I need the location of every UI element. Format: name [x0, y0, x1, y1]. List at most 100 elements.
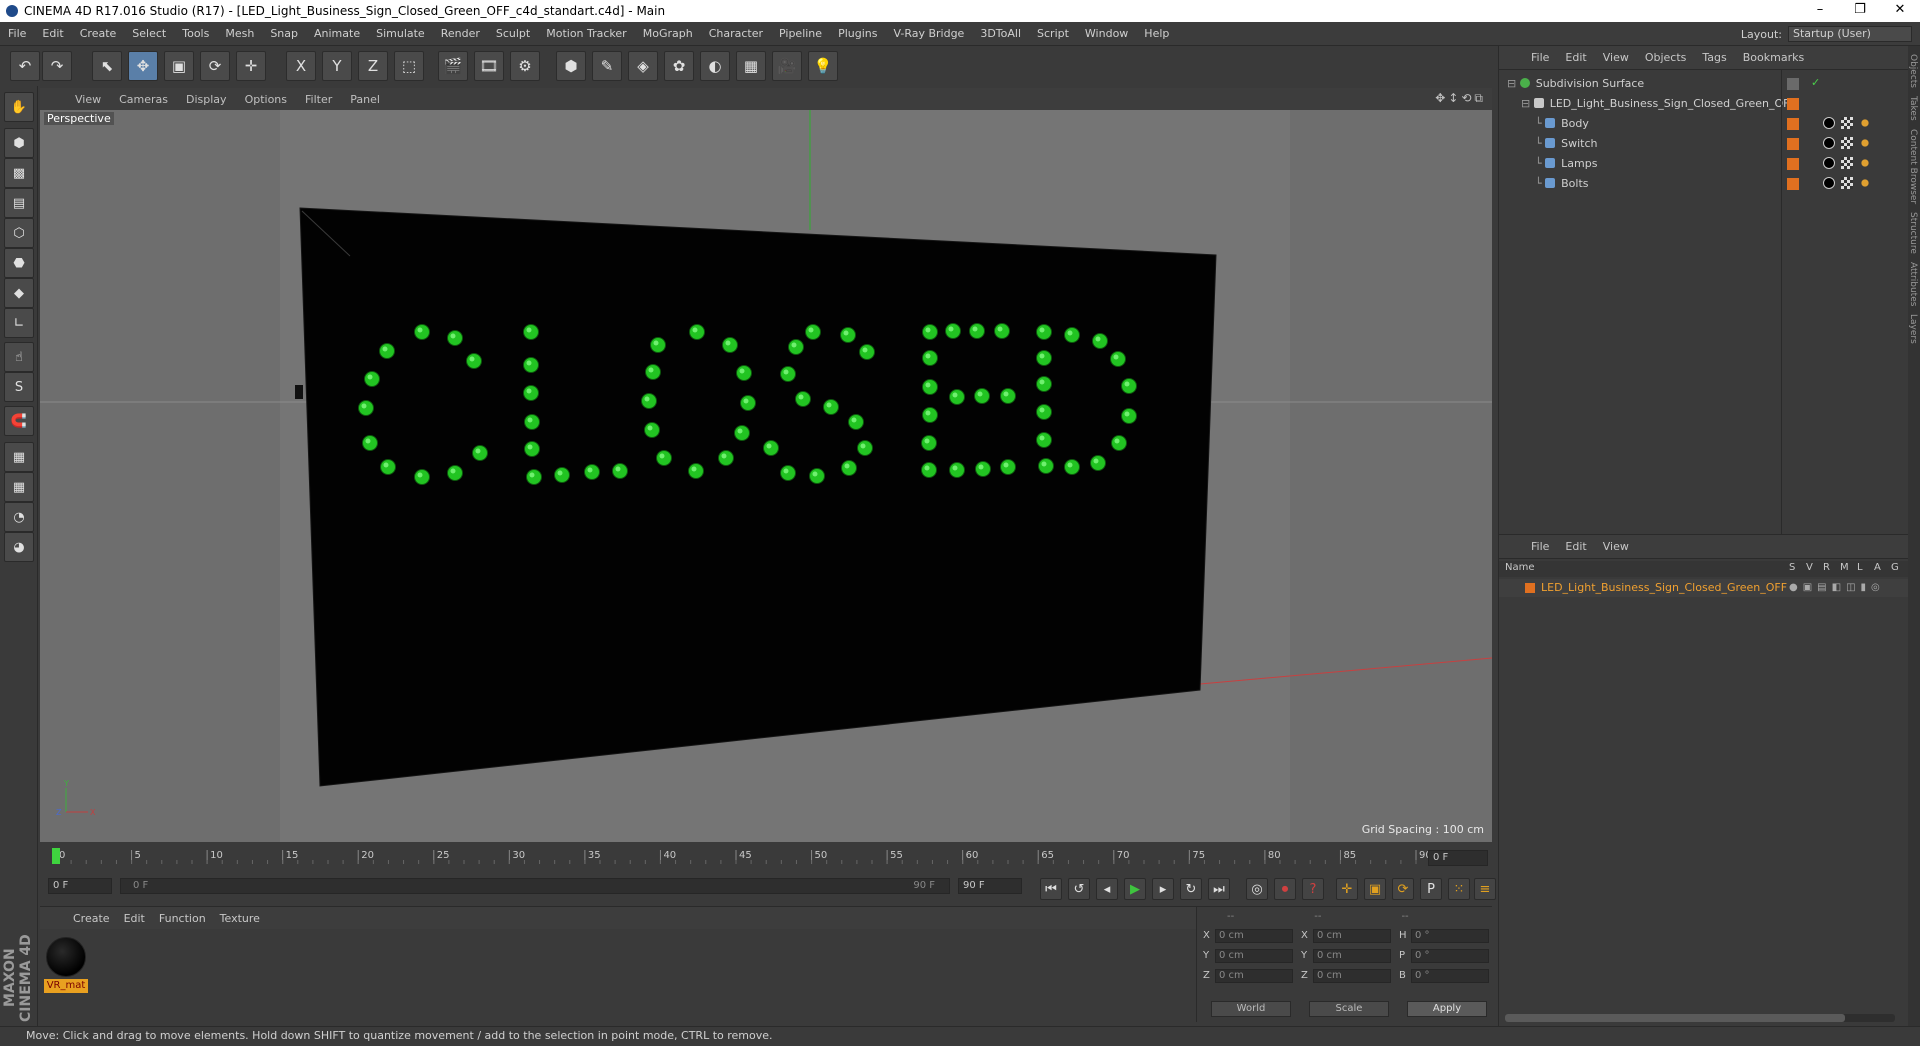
menu-script[interactable]: Script — [1029, 27, 1077, 40]
floor-icon[interactable]: ▦ — [736, 51, 766, 81]
viewport-menu-display[interactable]: Display — [177, 93, 236, 106]
material-tag-icon[interactable] — [1823, 117, 1835, 129]
select-icon[interactable]: ⬉ — [92, 51, 122, 81]
polygons-mode-icon[interactable]: ◆ — [4, 278, 34, 308]
viewport-menu-options[interactable]: Options — [236, 93, 296, 106]
layer-row[interactable]: LED_Light_Business_Sign_Closed_Green_OFF… — [1499, 579, 1909, 597]
expand-toggle-icon[interactable]: ⊟ — [1521, 97, 1534, 110]
light-icon[interactable]: 💡 — [808, 51, 838, 81]
x-axis-icon[interactable]: X — [286, 51, 316, 81]
phong-tag-icon[interactable] — [1859, 177, 1871, 189]
next-key-icon[interactable]: ↻ — [1180, 878, 1202, 900]
material-menu-create[interactable]: Create — [66, 912, 117, 925]
coord-field-x[interactable]: 0 cm — [1313, 929, 1391, 943]
viewport-menu-view[interactable]: View — [66, 93, 110, 106]
frame-range-slider[interactable]: 0 F 90 F — [120, 878, 950, 894]
phong-tag-icon[interactable] — [1859, 117, 1871, 129]
menu-sculpt[interactable]: Sculpt — [488, 27, 538, 40]
menu-file[interactable]: File — [0, 27, 34, 40]
menu-plugins[interactable]: Plugins — [830, 27, 885, 40]
menu-select[interactable]: Select — [124, 27, 174, 40]
restore-button[interactable]: ❐ — [1840, 0, 1880, 22]
coord-field-z[interactable]: 0 cm — [1313, 969, 1391, 983]
cloner-icon[interactable]: ✿ — [664, 51, 694, 81]
apply-button[interactable]: Apply — [1407, 1001, 1487, 1017]
edges-mode-icon[interactable]: ⬣ — [4, 248, 34, 278]
menu-3dtoall[interactable]: 3DToAll — [972, 27, 1029, 40]
timeline-menu-icon[interactable]: ≡ — [1474, 878, 1496, 900]
object-menu-tags[interactable]: Tags — [1694, 51, 1734, 64]
minimize-button[interactable]: – — [1800, 0, 1840, 22]
side-tab-layers[interactable]: Layers — [1908, 314, 1918, 344]
viewport-menu-cameras[interactable]: Cameras — [110, 93, 177, 106]
perspective-viewport[interactable]: Y X Z Perspective Grid Spacing : 100 cm — [40, 110, 1492, 842]
pen-spline-icon[interactable]: ✎ — [592, 51, 622, 81]
key-pla-icon[interactable]: ⁙ — [1448, 878, 1470, 900]
menu-v-ray-bridge[interactable]: V-Ray Bridge — [885, 27, 972, 40]
menu-create[interactable]: Create — [72, 27, 125, 40]
layer-color-icon[interactable] — [1787, 138, 1799, 150]
snap-icon[interactable]: 🧲 — [4, 406, 34, 436]
layer-color-icon[interactable] — [1787, 78, 1799, 90]
object-row[interactable]: ⊟ LED_Light_Business_Sign_Closed_Green_O… — [1521, 94, 1796, 114]
workplane-icon[interactable]: ▤ — [4, 188, 34, 218]
prev-frame-icon[interactable]: ◂ — [1096, 878, 1118, 900]
close-button[interactable]: ✕ — [1880, 0, 1920, 22]
material-tag-icon[interactable] — [1823, 137, 1835, 149]
uvw-tag-icon[interactable] — [1841, 137, 1853, 149]
uvw-tag-icon[interactable] — [1841, 157, 1853, 169]
python-script-icon[interactable]: ◕ — [4, 532, 34, 562]
tweak-icon[interactable]: ☝ — [4, 342, 34, 372]
timeline[interactable]: 0 5 10 15 20 25 30 35 40 45 50 55 60 65 70 75 80 85 90 0 F — [40, 842, 1492, 872]
camera-icon[interactable]: 🎥 — [772, 51, 802, 81]
coord-scale-dropdown[interactable]: Scale — [1309, 1001, 1389, 1017]
undo-icon[interactable]: ↶ — [10, 51, 40, 81]
end-frame-field[interactable]: 90 F — [958, 878, 1022, 894]
side-tab-structure[interactable]: Structure — [1908, 212, 1918, 254]
layer-color-icon[interactable] — [1787, 98, 1799, 110]
side-tab-attributes[interactable]: Attributes — [1908, 262, 1918, 306]
material-menu-function[interactable]: Function — [152, 912, 213, 925]
layer-color-icon[interactable] — [1787, 158, 1799, 170]
material-tag-icon[interactable] — [1823, 157, 1835, 169]
object-row[interactable]: └ Lamps — [1535, 154, 1597, 174]
layer-flag-icons[interactable]: ●▣▤◧◫▮◎ — [1789, 582, 1885, 593]
goto-end-icon[interactable]: ⏭ — [1208, 878, 1230, 900]
menu-render[interactable]: Render — [433, 27, 488, 40]
menu-mograph[interactable]: MoGraph — [635, 27, 701, 40]
object-row[interactable]: └ Switch — [1535, 134, 1598, 154]
material-swatch[interactable]: VR_mat — [44, 935, 88, 995]
texture-mode-icon[interactable]: ▩ — [4, 158, 34, 188]
object-menu-file[interactable]: File — [1523, 51, 1557, 64]
timeline-playhead[interactable] — [52, 848, 60, 864]
menu-window[interactable]: Window — [1077, 27, 1136, 40]
layer-color-icon[interactable] — [1787, 118, 1799, 130]
render-picture-queue-icon[interactable]: 🎞 — [474, 51, 504, 81]
menu-mesh[interactable]: Mesh — [217, 27, 262, 40]
material-menu-texture[interactable]: Texture — [213, 912, 267, 925]
layer-menu-file[interactable]: File — [1523, 540, 1557, 553]
add-icon[interactable]: ✛ — [236, 51, 266, 81]
current-frame-field[interactable]: 0 F — [1428, 850, 1488, 866]
layer-scrollbar[interactable] — [1505, 1014, 1895, 1022]
coord-field-h[interactable]: 0 ° — [1411, 929, 1489, 943]
menu-help[interactable]: Help — [1136, 27, 1177, 40]
uvw-tag-icon[interactable] — [1841, 177, 1853, 189]
keyframe-selection-icon[interactable]: ? — [1302, 878, 1324, 900]
y-axis-icon[interactable]: Y — [322, 51, 352, 81]
coord-space-dropdown[interactable]: World — [1211, 1001, 1291, 1017]
prev-key-icon[interactable]: ↺ — [1068, 878, 1090, 900]
autokey-icon[interactable]: ⏺ — [1274, 878, 1296, 900]
object-menu-edit[interactable]: Edit — [1557, 51, 1594, 64]
object-row[interactable]: └ Bolts — [1535, 174, 1589, 194]
menu-snap[interactable]: Snap — [262, 27, 306, 40]
object-row[interactable]: └ Body — [1535, 114, 1589, 134]
viewport-menu-panel[interactable]: Panel — [341, 93, 389, 106]
move-icon[interactable]: ✥ — [128, 51, 158, 81]
viewport-nav-icons[interactable]: ✥↕⟲⧉ — [1435, 91, 1486, 106]
menu-animate[interactable]: Animate — [306, 27, 368, 40]
layout-dropdown[interactable]: Startup (User) — [1788, 26, 1912, 42]
rotate-icon[interactable]: ⟳ — [200, 51, 230, 81]
coord-field-p[interactable]: 0 ° — [1411, 949, 1489, 963]
coord-field-z[interactable]: 0 cm — [1215, 969, 1293, 983]
